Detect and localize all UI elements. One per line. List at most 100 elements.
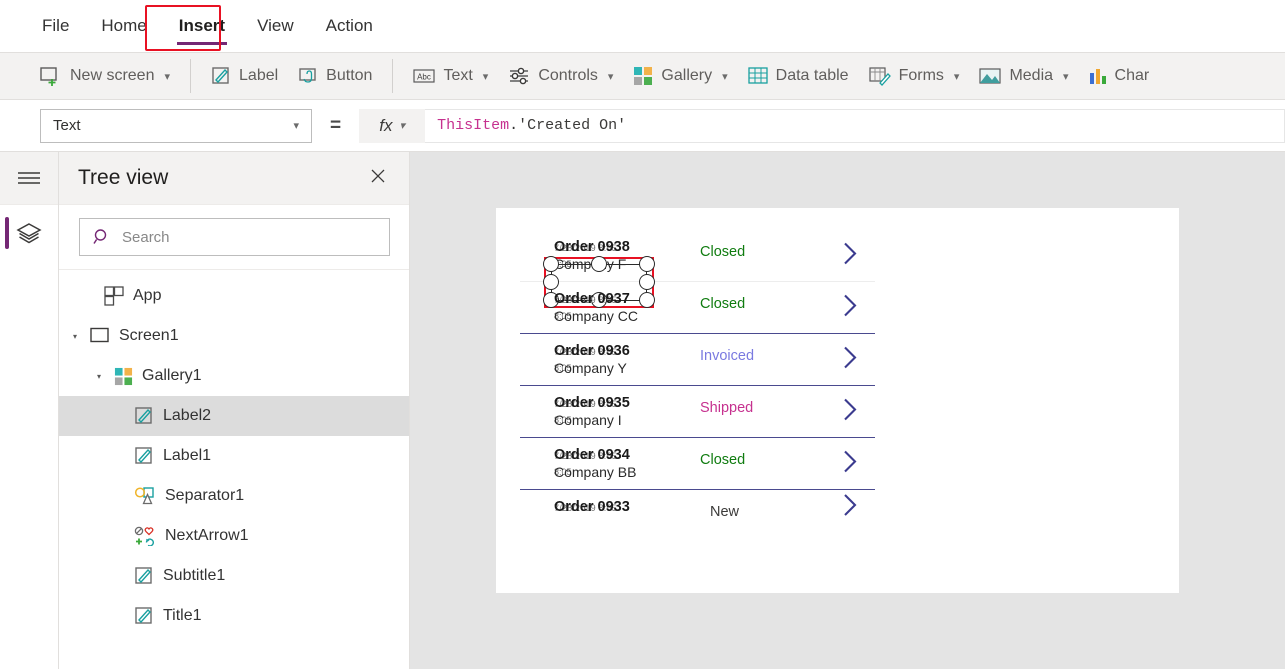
tree-item-label: Separator1 (165, 487, 245, 504)
tree-item-label: Title1 (163, 607, 202, 624)
next-arrow-icon[interactable] (841, 344, 859, 375)
next-arrow-icon[interactable] (841, 396, 859, 427)
menu-item-label: View (257, 16, 294, 35)
next-arrow-icon[interactable] (841, 492, 859, 518)
tree-item-label: NextArrow1 (165, 527, 249, 544)
hamburger-menu-button[interactable] (0, 152, 58, 205)
button-button[interactable]: Button (288, 60, 382, 92)
new-screen-button[interactable]: New screen ▾ (30, 60, 180, 92)
status-badge: Closed (700, 296, 746, 312)
tree-item-nextarrow1[interactable]: NextArrow1 (59, 516, 409, 556)
next-arrow-icon[interactable] (841, 292, 859, 323)
close-icon[interactable] (365, 163, 391, 193)
status-badge: Closed (700, 452, 746, 468)
tree-item-label: Label1 (163, 447, 212, 464)
gallery-row-subtitle: Company CC (554, 308, 639, 324)
tree-item-screen1[interactable]: ▾ Screen1 (59, 316, 409, 356)
forms-button[interactable]: Forms ▾ (859, 60, 970, 92)
media-button[interactable]: Media ▾ (969, 61, 1078, 91)
active-tab-underline (176, 42, 228, 45)
property-dropdown[interactable]: Text ▾ (40, 108, 312, 143)
data-table-button[interactable]: Data table (738, 61, 859, 91)
expand-caret-icon[interactable]: ▾ (93, 372, 105, 381)
property-dropdown-value: Text (53, 117, 81, 134)
gallery-button[interactable]: Gallery ▾ (623, 60, 737, 92)
label-icon (134, 446, 154, 466)
gallery-row-title: Order 0938 (554, 239, 630, 255)
next-arrow-icon[interactable] (841, 448, 859, 479)
tree-view-rail-button[interactable] (0, 205, 58, 261)
chevron-down-icon: ▾ (482, 70, 489, 83)
tree-item-subtitle1[interactable]: Subtitle1 (59, 556, 409, 596)
left-rail (0, 152, 59, 669)
tree-item-title1[interactable]: Title1 (59, 596, 409, 636)
screen-icon (90, 327, 110, 345)
gallery-row[interactable]: 7/28/2019 8:05 Order 0938 8:05 Company F… (520, 230, 875, 308)
tree-item-separator1[interactable]: Separator1 (59, 476, 409, 516)
menu-item-file[interactable]: File (28, 10, 83, 42)
shapes-icon (134, 486, 156, 506)
fx-button[interactable]: fx ▾ (359, 108, 426, 143)
label-icon (134, 606, 154, 626)
gallery-control[interactable]: 7/28/2019 8:05 Order 0938 8:05 Company F… (520, 230, 875, 518)
menu-item-insert[interactable]: Insert (165, 10, 239, 45)
tree-view-header: Tree view (59, 152, 409, 205)
formula-bar: Text ▾ = fx ▾ ThisItem. 'Created On' (0, 100, 1285, 152)
tree-item-label1[interactable]: Label1 (59, 436, 409, 476)
menu-item-label: Insert (178, 16, 226, 35)
tree-view-panel: Tree view Search App ▾ Screen1 ▾ Gallery… (59, 152, 410, 669)
gallery-row-title: Order 0937 (554, 291, 630, 307)
gallery-row-title: Order 0935 (554, 395, 630, 411)
media-image-icon (979, 67, 1002, 85)
charts-button[interactable]: Char (1079, 61, 1160, 91)
tree-item-gallery1[interactable]: ▾ Gallery1 (59, 356, 409, 396)
gallery-row[interactable]: 7/28/2019 8:05 Order 0936 8:05 Company Y… (520, 334, 875, 386)
gallery-row-subtitle: Company BB (554, 464, 637, 480)
tree-item-label2[interactable]: Label2 (59, 396, 409, 436)
app-icon (104, 286, 124, 306)
new-screen-label: New screen (70, 67, 155, 84)
text-abc-icon: Abc (413, 68, 436, 84)
controls-button[interactable]: Controls ▾ (498, 60, 623, 92)
formula-input[interactable]: ThisItem. 'Created On' (425, 108, 1285, 143)
menu-item-label: Action (325, 16, 373, 35)
menu-item-home[interactable]: Home (87, 10, 160, 42)
chevron-down-icon: ▾ (293, 120, 299, 132)
search-input[interactable] (120, 227, 389, 247)
gallery-row[interactable]: 7/28/2019 8:05 Order 0934 8:05 Company B… (520, 438, 875, 490)
resize-handle-n[interactable] (591, 256, 607, 272)
forms-icon (868, 66, 891, 86)
gallery-row[interactable]: 7/28/2019 8:05 Order 0935 8:05 Company I… (520, 386, 875, 438)
menu-item-action[interactable]: Action (312, 10, 387, 42)
layers-icon (16, 221, 42, 245)
formula-token-property: 'Created On' (518, 117, 627, 134)
tree-item-app[interactable]: App (59, 276, 409, 316)
next-arrow-icon[interactable] (841, 240, 859, 271)
ribbon-group-screens: New screen ▾ (30, 53, 180, 99)
search-box[interactable] (79, 218, 390, 256)
app-canvas-screen[interactable]: 7/28/2019 8:05 Order 0938 8:05 Company F… (496, 208, 1179, 593)
menu-item-view[interactable]: View (243, 10, 308, 42)
formula-token-dot: . (509, 117, 519, 134)
text-button[interactable]: Abc Text ▾ (403, 61, 498, 91)
data-table-button-label: Data table (775, 67, 849, 84)
data-table-icon (747, 67, 768, 85)
gallery-row[interactable]: 7/28/2019 8:05 Order 0933 New (520, 490, 875, 518)
media-button-label: Media (1009, 67, 1054, 84)
gallery-grid-icon (114, 367, 133, 386)
gallery-row[interactable]: 7/28/2019 8:05 Order 0937 8:05 Company C… (520, 282, 875, 334)
status-badge: Invoiced (700, 348, 755, 364)
controls-sliders-icon (508, 66, 530, 86)
controls-button-label: Controls (538, 67, 598, 84)
new-screen-icon (40, 66, 62, 86)
gallery-row-title: Order 0936 (554, 343, 630, 359)
menu-bar: File Home Insert View Action (0, 0, 1285, 52)
canvas-area[interactable]: 7/28/2019 8:05 Order 0938 8:05 Company F… (410, 152, 1285, 669)
label-button[interactable]: Label (201, 60, 288, 92)
resize-handle-ne[interactable] (639, 256, 655, 272)
chevron-down-icon: ▾ (164, 70, 171, 83)
tree-list: App ▾ Screen1 ▾ Gallery1 Label2 Label1 S… (59, 270, 409, 636)
resize-handle-nw[interactable] (543, 256, 559, 272)
button-icon (298, 66, 318, 86)
expand-caret-icon[interactable]: ▾ (69, 332, 81, 341)
